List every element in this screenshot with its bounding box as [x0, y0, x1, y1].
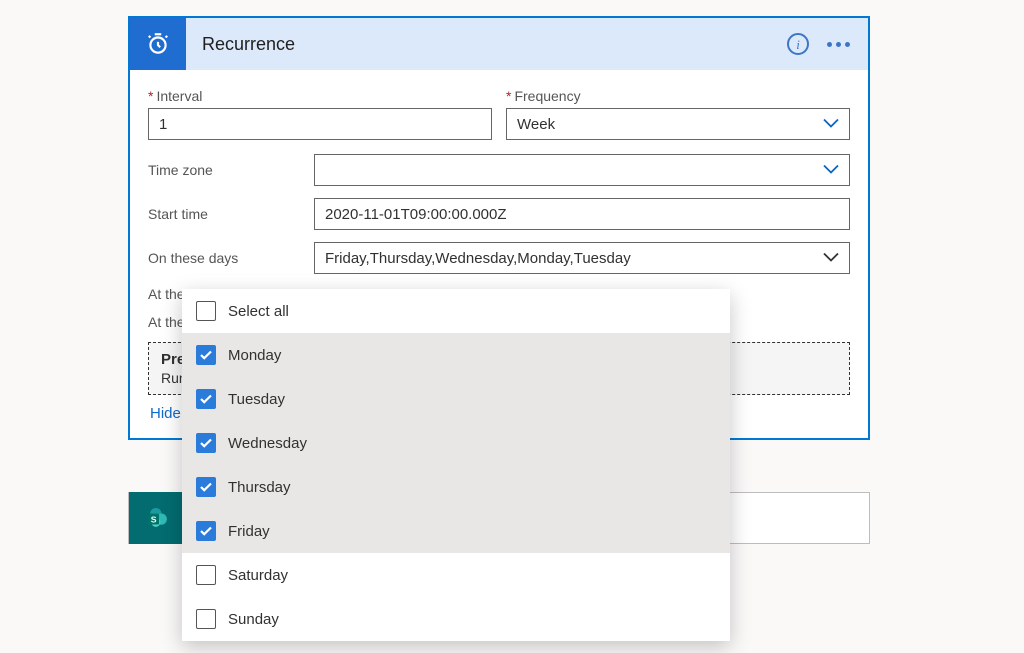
on-days-select[interactable]: Friday,Thursday,Wednesday,Monday,Tuesday: [314, 242, 850, 274]
dropdown-option[interactable]: Sunday: [182, 597, 730, 641]
schedule-clock-icon: [130, 18, 186, 70]
start-time-input[interactable]: 2020-11-01T09:00:00.000Z: [314, 198, 850, 230]
interval-label: *Interval: [148, 88, 492, 104]
checkbox[interactable]: [196, 477, 216, 497]
card-header-actions: i: [787, 33, 868, 55]
frequency-label: *Frequency: [506, 88, 850, 104]
dropdown-option-label: Wednesday: [228, 435, 307, 452]
checkbox[interactable]: [196, 433, 216, 453]
dropdown-option-label: Friday: [228, 523, 270, 540]
chevron-down-icon: [823, 162, 839, 179]
checkbox[interactable]: [196, 521, 216, 541]
on-days-dropdown[interactable]: Select all Monday Tuesday Wednesday Thursday…: [182, 289, 730, 641]
timezone-label: Time zone: [148, 162, 314, 178]
info-icon[interactable]: i: [787, 33, 809, 55]
dropdown-option-label: Saturday: [228, 567, 288, 584]
svg-text:S: S: [151, 514, 157, 524]
dropdown-option-label: Select all: [228, 303, 289, 320]
dropdown-option[interactable]: Saturday: [182, 553, 730, 597]
chevron-down-icon: [823, 116, 839, 133]
checkbox[interactable]: [196, 345, 216, 365]
timezone-select[interactable]: [314, 154, 850, 186]
card-title: Recurrence: [186, 34, 787, 55]
dropdown-option-label: Monday: [228, 347, 281, 364]
flow-canvas: Recurrence i *Interval 1 *Frequency Week: [0, 0, 1024, 544]
dropdown-option-label: Sunday: [228, 611, 279, 628]
dropdown-option[interactable]: Monday: [182, 333, 730, 377]
dropdown-option-label: Thursday: [228, 479, 291, 496]
checkbox[interactable]: [196, 609, 216, 629]
dropdown-option[interactable]: Thursday: [182, 465, 730, 509]
interval-input[interactable]: 1: [148, 108, 492, 140]
chevron-down-icon: [823, 250, 839, 267]
checkbox[interactable]: [196, 565, 216, 585]
dropdown-option-label: Tuesday: [228, 391, 285, 408]
dropdown-option[interactable]: Select all: [182, 289, 730, 333]
more-actions-icon[interactable]: [827, 42, 850, 47]
dropdown-option[interactable]: Friday: [182, 509, 730, 553]
start-time-label: Start time: [148, 206, 314, 222]
dropdown-option[interactable]: Tuesday: [182, 377, 730, 421]
sharepoint-icon: S: [129, 492, 187, 544]
frequency-select[interactable]: Week: [506, 108, 850, 140]
dropdown-option[interactable]: Wednesday: [182, 421, 730, 465]
on-days-label: On these days: [148, 250, 314, 266]
recurrence-card-header[interactable]: Recurrence i: [130, 18, 868, 70]
checkbox[interactable]: [196, 389, 216, 409]
checkbox[interactable]: [196, 301, 216, 321]
